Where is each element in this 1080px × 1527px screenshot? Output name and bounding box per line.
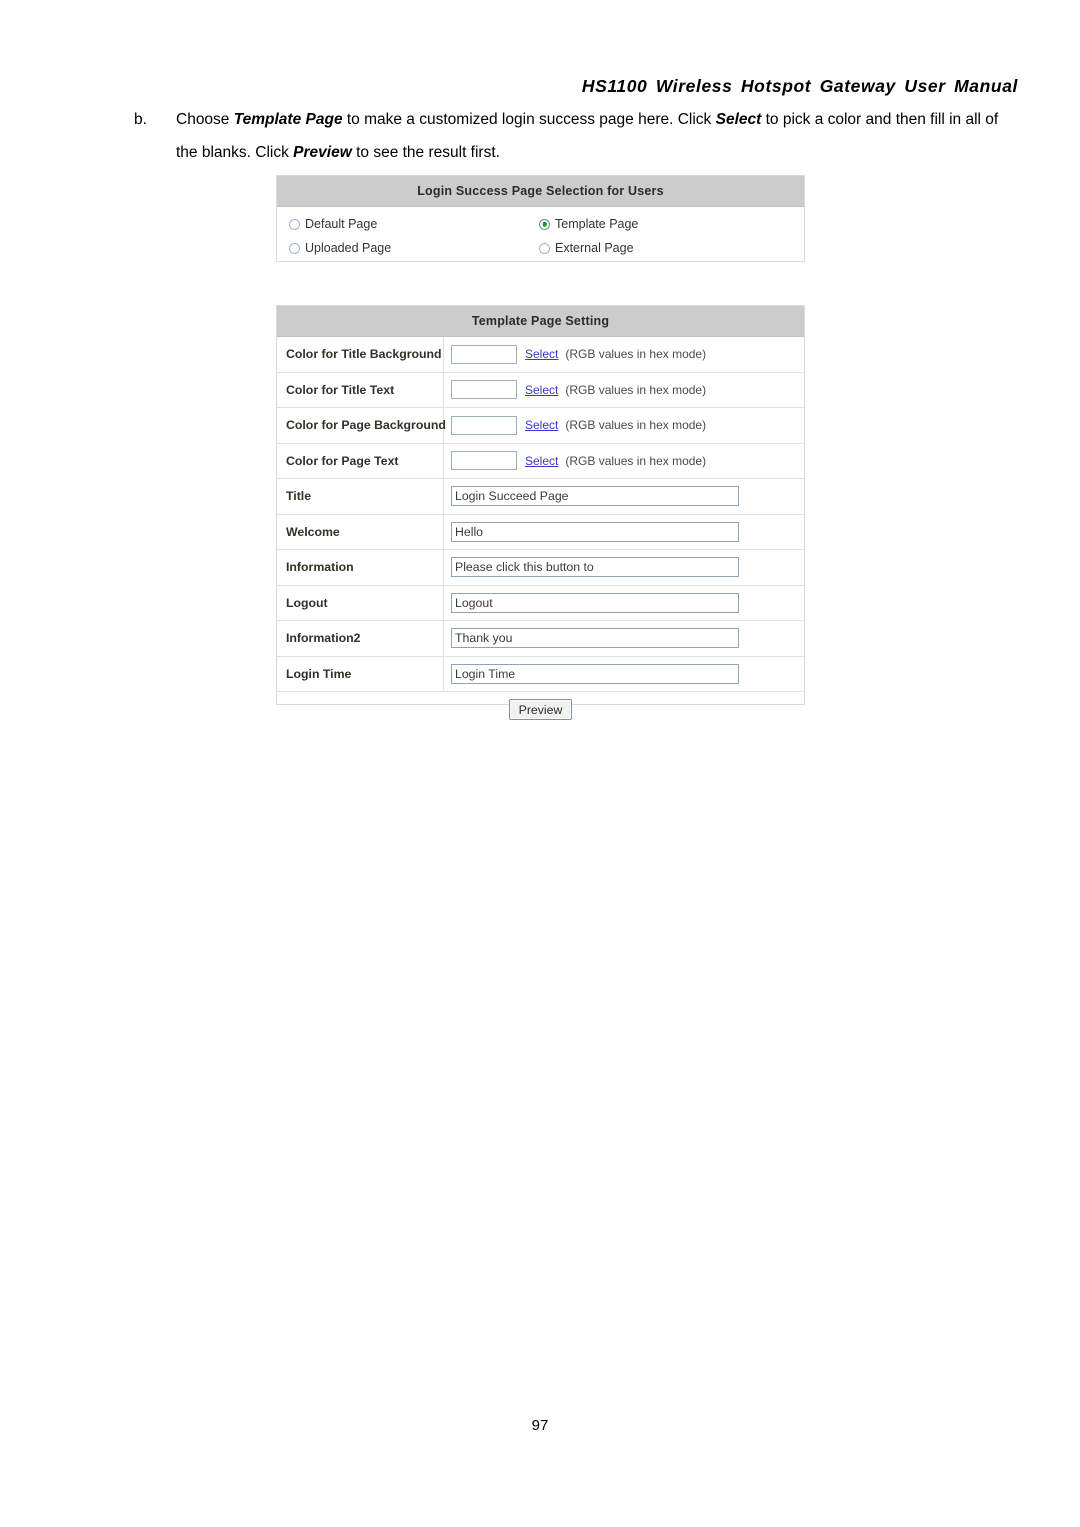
label-color-page-background: Color for Page Background [277, 408, 446, 443]
label-information2: Information2 [277, 621, 444, 656]
radio-uploaded-page-icon[interactable] [289, 242, 300, 254]
row-logout: Logout Logout [277, 585, 804, 621]
row-actions: Preview [277, 692, 804, 728]
radio-label-external-page: External Page [555, 241, 634, 255]
page-selection-radio-group: Default Page Template Page Uploaded Page… [277, 207, 804, 266]
row-title: Title Login Succeed Page [277, 479, 804, 515]
input-color-page-background[interactable] [451, 415, 517, 435]
label-color-title-background: Color for Title Background [277, 337, 444, 372]
setting-panel-title: Template Page Setting [277, 306, 804, 337]
hex-note-color-page-background: (RGB values in hex mode) [565, 418, 707, 433]
label-title: Title [277, 479, 444, 514]
radio-label-uploaded-page: Uploaded Page [305, 241, 392, 255]
radio-row-second: Uploaded Page External Page [277, 236, 804, 260]
input-color-title-text[interactable] [451, 380, 517, 400]
input-logout[interactable]: Logout [451, 592, 739, 613]
field-information2: Thank you [444, 621, 804, 656]
selection-panel-title: Login Success Page Selection for Users [277, 176, 804, 207]
page-number: 97 [531, 1417, 549, 1434]
input-information[interactable]: Please click this button to [451, 557, 739, 578]
select-link-color-page-text[interactable]: Select [525, 454, 558, 468]
field-color-title-text: Select (RGB values in hex mode) [444, 373, 804, 408]
radio-label-default-page: Default Page [305, 217, 378, 231]
label-welcome: Welcome [277, 514, 444, 549]
radio-option-template-page[interactable]: Template Page [539, 217, 801, 231]
input-login-time[interactable]: Login Time [451, 663, 739, 684]
document-running-header: HS1100 Wireless Hotspot Gateway User Man… [581, 76, 1018, 96]
row-welcome: Welcome Hello [277, 514, 804, 550]
field-login-time: Login Time [444, 657, 804, 692]
row-color-page-background: Color for Page Background Select (RGB va… [277, 408, 804, 444]
input-welcome[interactable]: Hello [451, 521, 739, 542]
paragraph-segment-1: Choose [176, 111, 234, 128]
preview-button[interactable]: Preview [508, 699, 573, 721]
instruction-paragraph: b. Choose Template Page to make a custom… [134, 103, 1014, 169]
radio-external-page-icon[interactable] [539, 242, 550, 254]
row-information2: Information2 Thank you [277, 621, 804, 657]
row-login-time: Login Time Login Time [277, 656, 804, 692]
label-color-title-text: Color for Title Text [277, 372, 444, 407]
radio-template-page-icon[interactable] [539, 218, 550, 230]
paragraph-emphasis-template-page: Template Page [233, 111, 343, 128]
paragraph-segment-2: to make a customized login success page … [342, 111, 716, 128]
radio-option-uploaded-page[interactable]: Uploaded Page [277, 241, 539, 255]
field-logout: Logout [444, 586, 804, 621]
row-color-title-background: Color for Title Background Select (RGB v… [277, 337, 804, 373]
label-logout: Logout [277, 585, 444, 620]
radio-option-default-page[interactable]: Default Page [277, 217, 539, 231]
hex-note-color-title-text: (RGB values in hex mode) [565, 382, 707, 397]
field-color-title-background: Select (RGB values in hex mode) [444, 337, 804, 372]
paragraph-list-marker: b. [134, 111, 147, 128]
field-information: Please click this button to [444, 550, 804, 585]
radio-row-first: Default Page Template Page [277, 212, 804, 236]
field-title: Login Succeed Page [444, 479, 804, 514]
input-color-page-text[interactable] [451, 451, 517, 471]
field-color-page-text: Select (RGB values in hex mode) [444, 444, 804, 479]
input-color-title-background[interactable] [451, 344, 517, 364]
input-information2[interactable]: Thank you [451, 628, 739, 649]
row-color-page-text: Color for Page Text Select (RGB values i… [277, 443, 804, 479]
select-link-color-title-background[interactable]: Select [525, 347, 558, 361]
input-title[interactable]: Login Succeed Page [451, 486, 739, 507]
field-welcome: Hello [444, 515, 804, 550]
hex-note-color-title-background: (RGB values in hex mode) [565, 347, 707, 362]
radio-default-page-icon[interactable] [289, 218, 300, 230]
paragraph-emphasis-select: Select [715, 111, 762, 128]
row-color-title-text: Color for Title Text Select (RGB values … [277, 372, 804, 408]
row-information: Information Please click this button to [277, 550, 804, 586]
hex-note-color-page-text: (RGB values in hex mode) [565, 453, 707, 468]
paragraph-emphasis-preview: Preview [293, 144, 352, 161]
label-login-time: Login Time [277, 656, 444, 691]
select-link-color-title-text[interactable]: Select [525, 383, 558, 397]
radio-option-external-page[interactable]: External Page [539, 241, 801, 255]
paragraph-text: Choose Template Page to make a customize… [176, 103, 1014, 169]
label-information: Information [277, 550, 444, 585]
select-link-color-page-background[interactable]: Select [525, 418, 558, 432]
login-success-page-selection-panel: Login Success Page Selection for Users D… [276, 175, 805, 262]
paragraph-segment-4: to see the result first. [351, 144, 500, 161]
field-color-page-background: Select (RGB values in hex mode) [444, 408, 804, 443]
template-page-setting-panel: Template Page Setting Color for Title Ba… [276, 305, 805, 721]
label-color-page-text: Color for Page Text [277, 443, 444, 478]
radio-label-template-page: Template Page [555, 217, 639, 231]
